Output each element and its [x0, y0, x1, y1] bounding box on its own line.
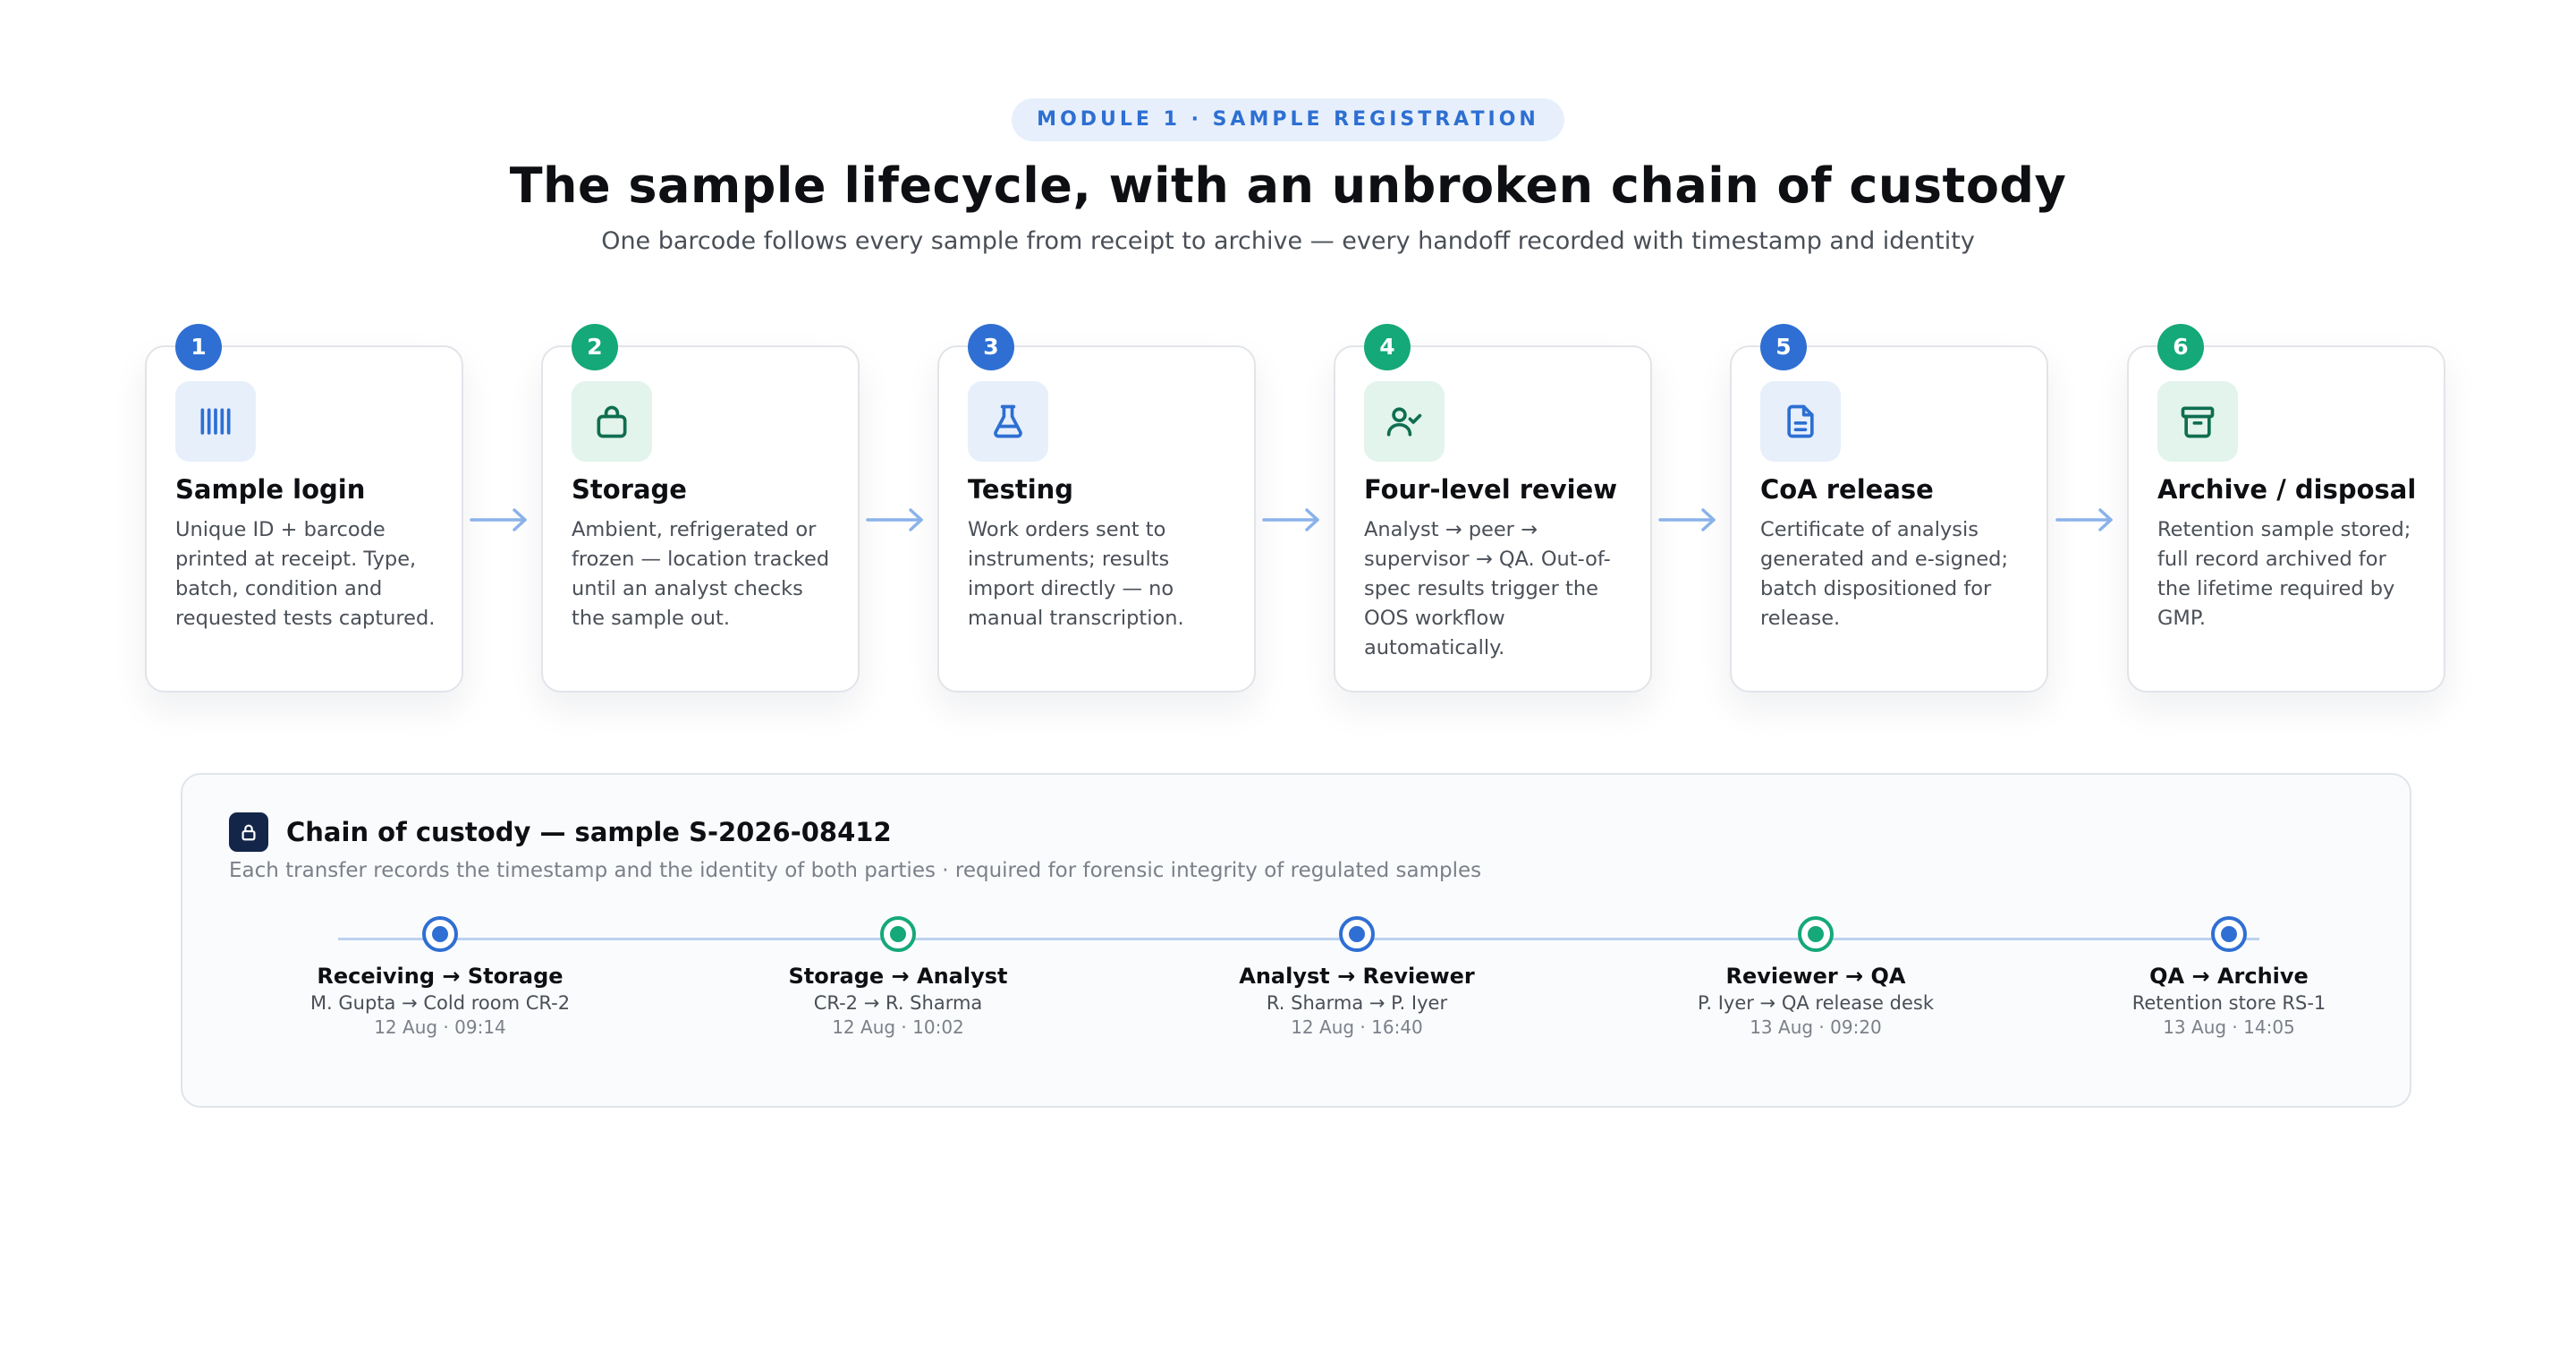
- step-title: Testing: [968, 474, 1074, 505]
- step-description: Unique ID + barcode printed at receipt. …: [175, 518, 436, 630]
- transfer-parties: Retention store RS-1: [2131, 992, 2326, 1014]
- transfer-label: QA → Archive: [2149, 964, 2309, 989]
- eyebrow-wrap: MODULE 1 · SAMPLE REGISTRATION: [0, 98, 2576, 141]
- step-description: Ambient, refrigerated or frozen — locati…: [572, 518, 830, 630]
- step-description: Retention sample stored; full record arc…: [2157, 518, 2411, 630]
- step-number-badge: 2: [572, 324, 618, 370]
- transfer-timestamp: 12 Aug · 09:14: [374, 1016, 506, 1038]
- step-number-badge: 5: [1760, 324, 1807, 370]
- document-icon: [1760, 381, 1841, 462]
- barcode-icon: [175, 381, 256, 462]
- custody-transfer: Reviewer → QA P. Iyer → QA release desk …: [1619, 962, 2012, 1040]
- custody-description: Each transfer records the timestamp and …: [229, 859, 1482, 882]
- custody-transfer: Analyst → Reviewer R. Sharma → P. Iyer 1…: [1160, 962, 1554, 1040]
- timeline-node: [422, 916, 458, 952]
- module-eyebrow: MODULE 1 · SAMPLE REGISTRATION: [1012, 98, 1564, 141]
- step-card-coa-release: 5 CoA release Certificate of analysis ge…: [1730, 324, 2048, 693]
- transfer-timestamp: 13 Aug · 14:05: [2163, 1016, 2295, 1038]
- transfer-label: Receiving → Storage: [317, 964, 564, 989]
- custody-timeline-track: [338, 938, 2259, 940]
- step-title: Storage: [572, 474, 687, 505]
- timeline-node: [2211, 916, 2247, 952]
- custody-transfer: Receiving → Storage M. Gupta → Cold room…: [243, 962, 637, 1040]
- custody-transfer: QA → Archive Retention store RS-1 13 Aug…: [2032, 962, 2426, 1040]
- transfer-parties: R. Sharma → P. Iyer: [1266, 992, 1448, 1014]
- step-description: Analyst → peer → supervisor → QA. Out-of…: [1364, 518, 1611, 659]
- flow-arrow-icon: [1262, 508, 1319, 531]
- custody-title: Chain of custody — sample S-2026-08412: [286, 817, 892, 847]
- transfer-parties: M. Gupta → Cold room CR-2: [309, 992, 571, 1014]
- timeline-node: [1798, 916, 1834, 952]
- step-number-badge: 6: [2157, 324, 2204, 370]
- step-card-sample-login: 1 Sample login Unique ID + barcode print…: [145, 324, 463, 693]
- transfer-label: Analyst → Reviewer: [1239, 964, 1475, 989]
- step-card-testing: 3 Testing Work orders sent to instrument…: [937, 324, 1256, 693]
- chain-of-custody-panel: Chain of custody — sample S-2026-08412 E…: [181, 773, 2411, 1108]
- timeline-node: [880, 916, 916, 952]
- transfer-timestamp: 12 Aug · 10:02: [832, 1016, 964, 1038]
- flow-arrow-icon: [470, 508, 527, 531]
- transfer-label: Storage → Analyst: [788, 964, 1008, 989]
- step-number-badge: 4: [1364, 324, 1411, 370]
- bag-icon: [572, 381, 652, 462]
- flow-arrow-icon: [1658, 508, 1716, 531]
- page: MODULE 1 · SAMPLE REGISTRATION The sampl…: [0, 0, 2576, 1360]
- lock-icon: [229, 812, 268, 852]
- step-card-archive-disposal: 6 Archive / disposal Retention sample st…: [2127, 324, 2445, 693]
- step-title: Sample login: [175, 474, 366, 505]
- transfer-label: Reviewer → QA: [1725, 964, 1906, 989]
- flow-arrow-icon: [2055, 508, 2113, 531]
- flask-icon: [968, 381, 1048, 462]
- step-card-storage: 2 Storage Ambient, refrigerated or froze…: [541, 324, 860, 693]
- step-card-four-level-review: 4 Four-level review Analyst → peer → sup…: [1334, 324, 1652, 693]
- step-title: Four-level review: [1364, 474, 1618, 505]
- step-number-badge: 1: [175, 324, 222, 370]
- transfer-timestamp: 13 Aug · 09:20: [1750, 1016, 1882, 1038]
- page-title: The sample lifecycle, with an unbroken c…: [509, 157, 2067, 214]
- step-title: Archive / disposal: [2157, 474, 2417, 505]
- custody-transfer: Storage → Analyst CR-2 → R. Sharma 12 Au…: [701, 962, 1095, 1040]
- user-check-icon: [1364, 381, 1445, 462]
- step-description: Certificate of analysis generated and e-…: [1760, 518, 2009, 630]
- transfer-parties: CR-2 → R. Sharma: [813, 992, 983, 1014]
- step-description: Work orders sent to instruments; results…: [968, 518, 1184, 630]
- flow-arrow-icon: [866, 508, 923, 531]
- page-subtitle: One barcode follows every sample from re…: [601, 227, 1975, 255]
- step-number-badge: 3: [968, 324, 1014, 370]
- timeline-node: [1339, 916, 1375, 952]
- transfer-parties: P. Iyer → QA release desk: [1697, 992, 1935, 1014]
- archive-icon: [2157, 381, 2238, 462]
- step-title: CoA release: [1760, 474, 1934, 505]
- transfer-timestamp: 12 Aug · 16:40: [1291, 1016, 1423, 1038]
